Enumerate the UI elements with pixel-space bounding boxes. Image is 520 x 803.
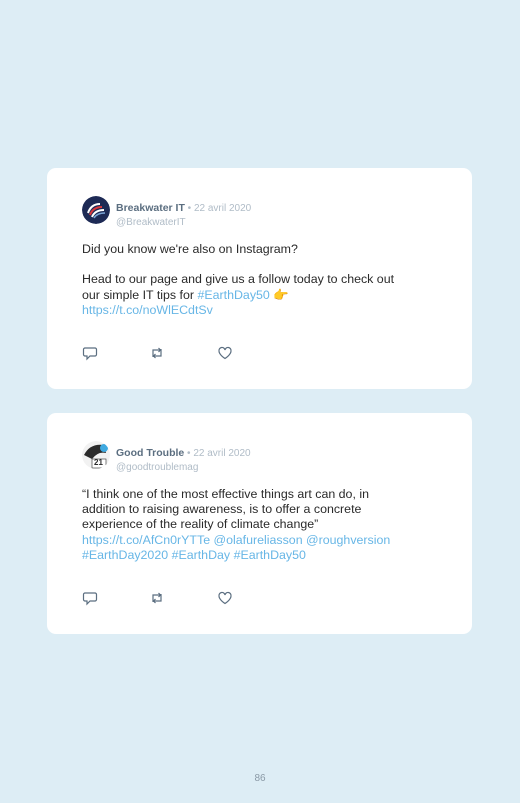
hashtag-link[interactable]: #EarthDay2020 xyxy=(82,548,168,562)
tweet-card[interactable]: 21 Good Trouble • 22 avril 2020 @goodtro… xyxy=(47,413,472,634)
hashtag-link[interactable]: #EarthDay50 xyxy=(234,548,306,562)
avatar[interactable] xyxy=(82,196,110,224)
separator: • xyxy=(184,448,194,459)
tweet-text-fragment: our simple IT tips for xyxy=(82,287,198,302)
tweet-line: “I think one of the most effective thing… xyxy=(82,487,369,501)
hashtag-link[interactable]: #EarthDay50 xyxy=(197,288,269,302)
mention-link[interactable]: @roughversion xyxy=(306,533,390,547)
mention-link[interactable]: @olafureliasson xyxy=(214,533,303,547)
tweet-text: “I think one of the most effective thing… xyxy=(82,487,442,563)
tweet-line: addition to raising awareness, is to off… xyxy=(82,502,362,517)
breakwater-logo-icon xyxy=(82,196,110,224)
tweet-line: Head to our page and give us a follow to… xyxy=(82,272,395,287)
tweet-line: our simple IT tips for #EarthDay50 👉 xyxy=(82,288,442,303)
tweet-actions xyxy=(82,345,282,361)
retweet-icon[interactable] xyxy=(149,590,165,606)
tweet-card[interactable]: Breakwater IT • 22 avril 2020 @Breakwate… xyxy=(47,168,472,389)
separator: • xyxy=(184,203,194,214)
pointing-right-icon: 👉 xyxy=(273,287,289,302)
tweet-text: Did you know we're also on Instagram? He… xyxy=(82,242,442,318)
avatar[interactable]: 21 xyxy=(82,441,110,469)
tweet-line: experience of the reality of climate cha… xyxy=(82,517,319,532)
url-link[interactable]: https://t.co/AfCn0rYTTe xyxy=(82,533,210,547)
author-name[interactable]: Good Trouble xyxy=(116,447,184,459)
reply-icon[interactable] xyxy=(82,345,98,361)
hashtag-link[interactable]: #EarthDay xyxy=(172,548,231,562)
url-link[interactable]: https://t.co/noWlECdtSv xyxy=(82,303,213,317)
retweet-icon[interactable] xyxy=(149,345,165,361)
tweet-date[interactable]: 22 avril 2020 xyxy=(194,203,251,214)
like-icon[interactable] xyxy=(217,345,233,361)
author-handle[interactable]: @goodtroublemag xyxy=(116,462,251,473)
tweet-date[interactable]: 22 avril 2020 xyxy=(193,448,250,459)
tweet-actions xyxy=(82,590,282,606)
avatar-badge: 21 xyxy=(94,458,103,467)
tweet-line: Did you know we're also on Instagram? xyxy=(82,242,298,256)
like-icon[interactable] xyxy=(217,590,233,606)
author-handle[interactable]: @BreakwaterIT xyxy=(116,217,251,228)
author-name[interactable]: Breakwater IT xyxy=(116,202,185,214)
reply-icon[interactable] xyxy=(82,590,98,606)
page-number: 86 xyxy=(254,773,266,784)
